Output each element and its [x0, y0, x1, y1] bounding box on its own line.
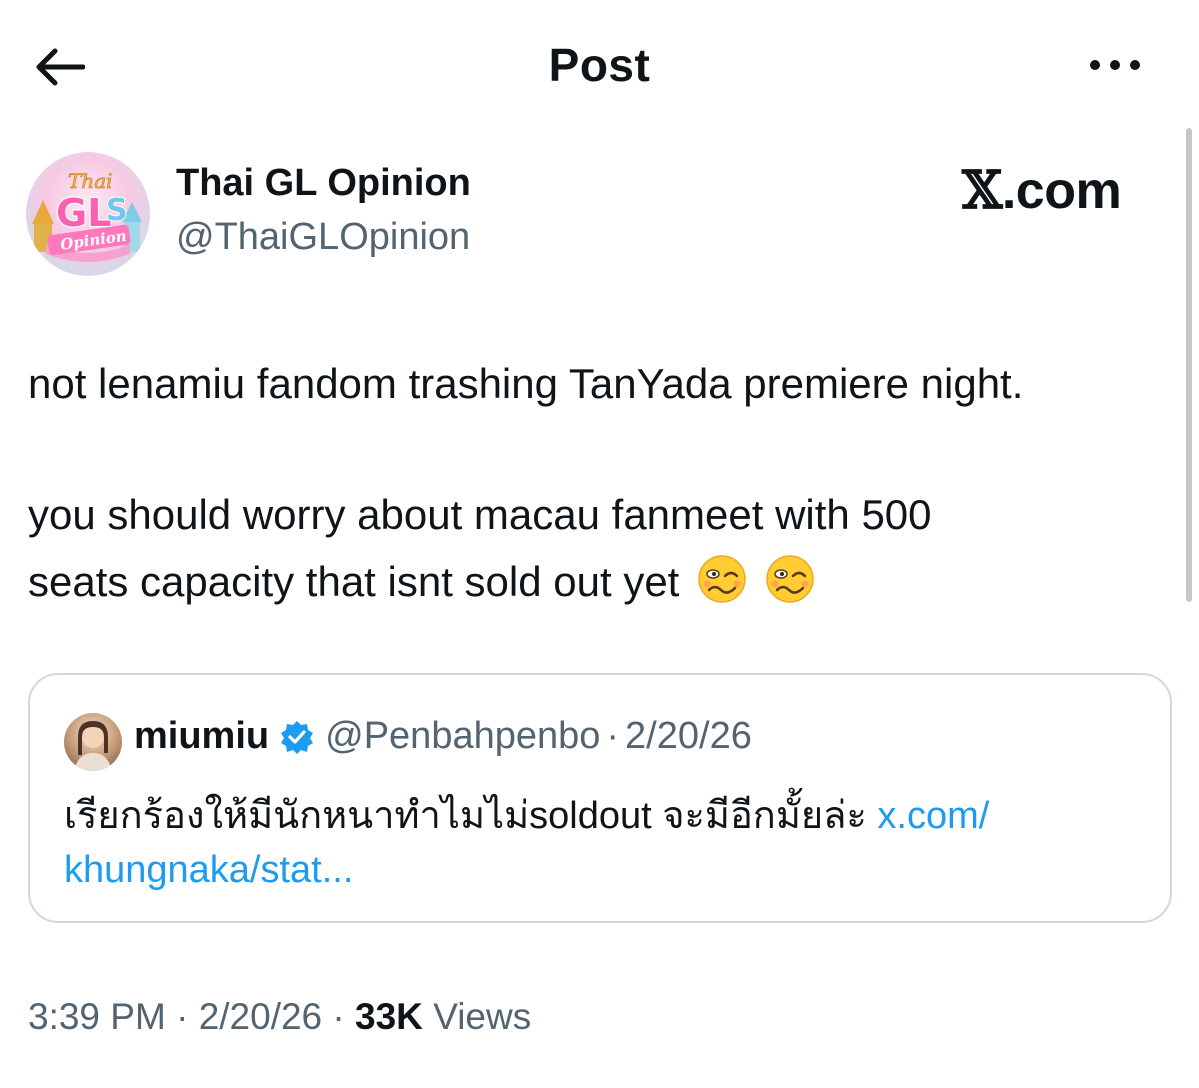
profile-photo-icon — [74, 721, 112, 771]
woozy-face-emoji-icon — [765, 555, 814, 603]
post-time[interactable]: 3:39 PM — [28, 996, 166, 1037]
quoted-post-date: 2/20/26 — [625, 715, 752, 757]
post-date[interactable]: 2/20/26 — [199, 996, 322, 1037]
author-handle[interactable]: @ThaiGLOpinion — [176, 216, 470, 259]
separator-dot: · — [176, 996, 189, 1037]
tweet-line: you should worry about macau fanmeet wit… — [28, 491, 932, 538]
more-dot-icon — [1130, 60, 1140, 70]
more-dot-icon — [1090, 60, 1100, 70]
svg-text:Thai: Thai — [68, 169, 113, 193]
x-com-watermark: 𝕏.com — [962, 160, 1122, 221]
x-logo-icon: 𝕏 — [962, 160, 1002, 221]
tweet-line: seats capacity that isnt sold out yet — [28, 558, 680, 605]
tweet-line: not lenamiu fandom trashing TanYada prem… — [28, 360, 1024, 407]
quoted-link-continued[interactable]: khungnaka/stat... — [64, 849, 353, 891]
separator-dot: · — [606, 715, 620, 757]
quoted-author-avatar[interactable] — [64, 713, 122, 771]
quoted-post-header: miumiu @Penbahpenbo · 2/20/26 — [134, 715, 752, 758]
author-name[interactable]: Thai GL Opinion — [176, 162, 471, 205]
page-title: Post — [548, 39, 651, 91]
more-dot-icon — [1110, 60, 1120, 70]
watermark-domain: .com — [1001, 162, 1122, 220]
svg-text:S: S — [106, 193, 128, 228]
quoted-post-card[interactable]: miumiu @Penbahpenbo · 2/20/26 เรียกร้องใ… — [28, 673, 1172, 923]
post-meta: 3:39 PM · 2/20/26 · 33K Views — [28, 996, 531, 1038]
woozy-face-emoji-icon — [698, 555, 746, 603]
more-options-button[interactable] — [1080, 40, 1150, 90]
post-page: Post Thai GL S Opinion Thai GL Opinion @… — [0, 0, 1199, 1088]
quoted-text-body: เรียกร้องให้มีนักหนาทำไมไม่soldout จะมีอ… — [64, 795, 878, 837]
top-bar: Post — [0, 0, 1199, 130]
thai-gl-opinion-logo-icon: Thai GL S Opinion — [32, 169, 142, 262]
views-label: Views — [433, 996, 532, 1037]
quoted-link[interactable]: x.com/ — [877, 795, 989, 837]
separator-dot: · — [332, 996, 345, 1037]
author-avatar[interactable]: Thai GL S Opinion — [26, 152, 150, 276]
views-count[interactable]: 33K — [355, 996, 423, 1037]
tweet-line-with-emoji: seats capacity that isnt sold out yet — [28, 548, 1188, 615]
quoted-author-name[interactable]: miumiu — [134, 715, 269, 758]
tweet-text: not lenamiu fandom trashing TanYada prem… — [28, 350, 1188, 615]
quoted-author-handle[interactable]: @Penbahpenbo — [325, 715, 600, 758]
verified-badge-icon — [281, 720, 314, 754]
quoted-post-text: เรียกร้องให้มีนักหนาทำไมไม่soldout จะมีอ… — [64, 789, 1144, 897]
